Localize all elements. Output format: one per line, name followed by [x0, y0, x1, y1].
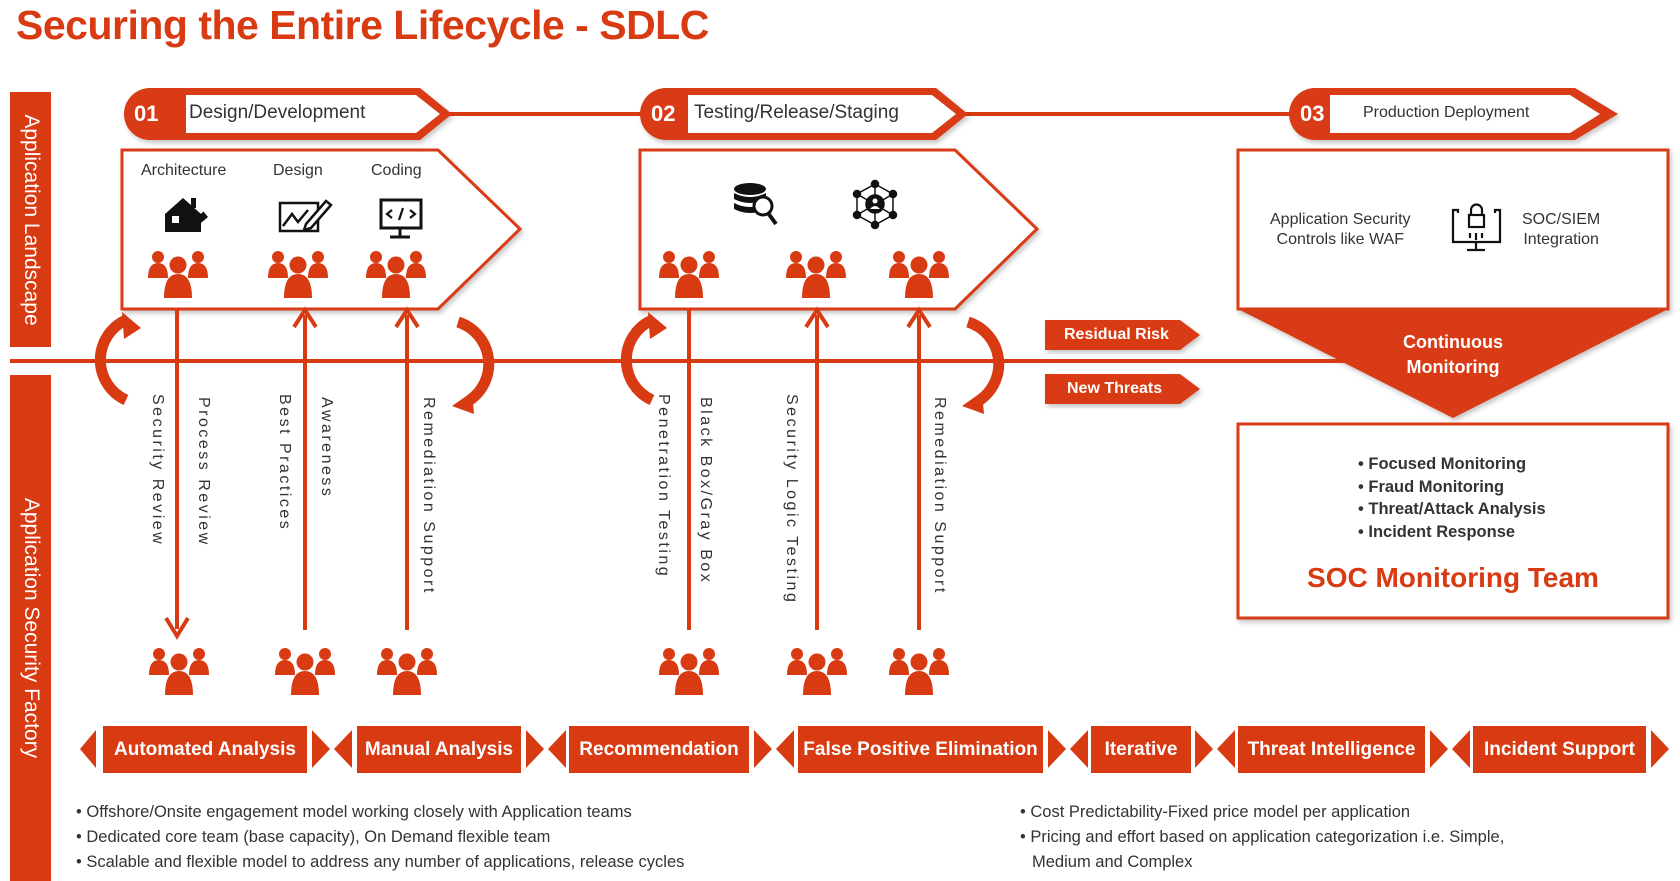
waf-controls-text: Application Security Controls like WAF [1270, 210, 1411, 250]
note-item: • Scalable and flexible model to address… [76, 853, 685, 871]
service-false-positive-elimination: False Positive Elimination [798, 726, 1043, 773]
monitoring-line-1: Continuous [1403, 332, 1503, 352]
soc-item: • Focused Monitoring [1358, 455, 1527, 473]
soc-item: • Fraud Monitoring [1358, 477, 1505, 496]
service-recommendation: Recommendation [569, 726, 749, 773]
column-label-coding: Coding [371, 162, 422, 179]
activity-best-practices: Best Practices [276, 394, 293, 532]
monitoring-line-2: Monitoring [1406, 357, 1500, 377]
stage-label: Testing/Release/Staging [694, 102, 899, 123]
activity-security-review: Security Review [149, 394, 166, 547]
people-icon [149, 648, 209, 695]
soc-item: • Incident Response [1358, 522, 1516, 541]
people-icon [889, 648, 949, 695]
note-item: • Offshore/Onsite engagement model worki… [76, 803, 632, 821]
column-label-design: Design [273, 162, 323, 179]
soc-siem-text: SOC/SIEM Integration [1522, 210, 1600, 250]
soc-item: • Threat/Attack Analysis [1358, 500, 1546, 518]
service-threat-intelligence: Threat Intelligence [1238, 726, 1425, 773]
stage-number: 02 [651, 101, 676, 126]
people-icon [377, 648, 437, 695]
lifecycle-line [10, 359, 1350, 363]
soc-items-list: • Focused Monitoring • Fraud Monitoring … [1358, 453, 1546, 543]
new-threats-label: New Threats [1067, 380, 1163, 398]
activity-remediation-support: Remediation Support [420, 397, 437, 595]
waf-line-1: Application Security [1270, 211, 1411, 228]
note-item: • Pricing and effort based on applicatio… [1020, 828, 1505, 846]
service-incident-support: Incident Support [1473, 726, 1646, 773]
activity-penetration-testing: Penetration Testing [655, 394, 672, 579]
service-iterative: Iterative [1091, 726, 1191, 773]
activity-awareness: Awareness [318, 397, 335, 499]
soc-siem-line-1: SOC/SIEM [1522, 211, 1601, 228]
activity-black-gray-box: Black Box/Gray Box [697, 397, 714, 585]
activity-security-logic-testing: Security Logic Testing [783, 394, 800, 605]
soc-title: SOC Monitoring Team [1307, 562, 1599, 593]
people-icon [787, 648, 847, 695]
service-manual-analysis: Manual Analysis [357, 726, 521, 773]
residual-risk-label: Residual Risk [1064, 326, 1169, 344]
stage-number: 03 [1300, 101, 1325, 126]
stage-number: 01 [134, 101, 159, 126]
people-icon [659, 648, 719, 695]
activity-process-review: Process Review [195, 397, 212, 547]
activity-remediation-support: Remediation Support [931, 397, 948, 595]
notes-right: • Cost Predictability-Fixed price model … [1020, 800, 1504, 875]
note-item-continued: Medium and Complex [1032, 853, 1193, 871]
note-item: • Dedicated core team (base capacity), O… [76, 828, 551, 846]
continuous-monitoring-label: Continuous Monitoring [1353, 330, 1553, 380]
waf-line-2: Controls like WAF [1276, 231, 1404, 248]
soc-siem-line-2: Integration [1523, 231, 1599, 248]
notes-left: • Offshore/Onsite engagement model worki… [76, 800, 684, 875]
column-label-architecture: Architecture [141, 162, 227, 179]
note-item: • Cost Predictability-Fixed price model … [1020, 803, 1411, 821]
stage-label: Production Deployment [1363, 104, 1530, 121]
stage-label: Design/Development [189, 102, 366, 123]
service-automated-analysis: Automated Analysis [103, 726, 307, 773]
people-icon [275, 648, 335, 695]
